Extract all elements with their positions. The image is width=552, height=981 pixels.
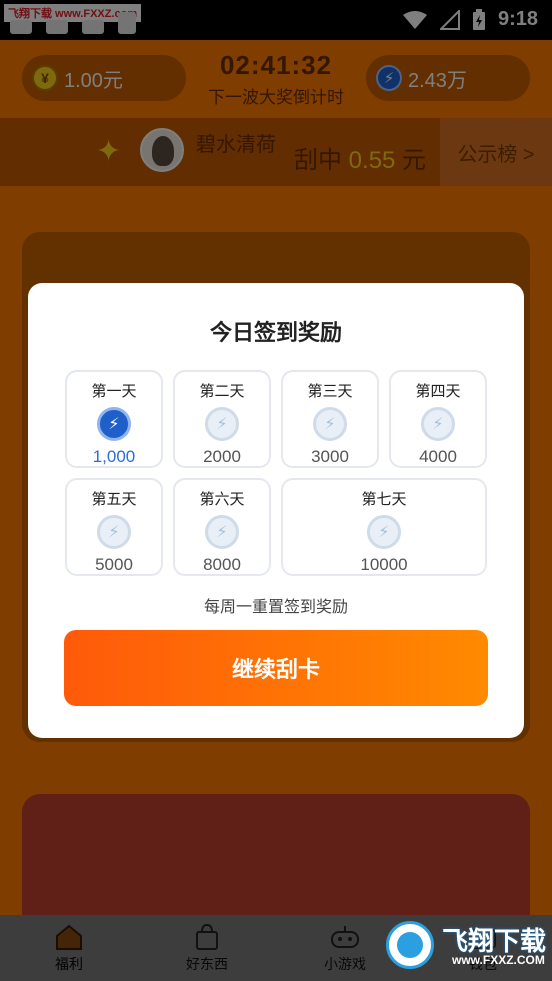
lightning-coin-icon: ⚡ (367, 515, 401, 549)
lightning-coin-icon: ⚡ (205, 407, 239, 441)
day-label: 第六天 (199, 491, 245, 508)
checkin-dialog: 今日签到奖励 第一天 ⚡ 1,000 第二天 ⚡ 2000 第三天 ⚡ 3000… (28, 283, 524, 738)
site-logo-watermark: 飞翔下载 www.FXXZ.COM (386, 917, 546, 975)
dialog-title: 今日签到奖励 (209, 320, 342, 345)
reset-note: 每周一重置签到奖励 (203, 599, 348, 616)
day-card-4: 第四天 ⚡ 4000 (389, 370, 487, 468)
day-label: 第二天 (199, 383, 245, 400)
lightning-coin-icon: ⚡ (205, 515, 239, 549)
lightning-coin-icon: ⚡ (313, 407, 347, 441)
day-label: 第四天 (415, 383, 461, 400)
day-reward: 10000 (360, 555, 408, 574)
day-card-7: 第七天 ⚡ 10000 (281, 478, 487, 576)
day-reward: 3000 (311, 447, 349, 466)
day-reward: 8000 (203, 555, 241, 574)
logo-icon (386, 921, 434, 969)
day-label: 第三天 (307, 383, 353, 400)
day-reward: 5000 (95, 555, 133, 574)
continue-scratch-button[interactable]: 继续刮卡 (64, 630, 488, 706)
day-card-3: 第三天 ⚡ 3000 (281, 370, 379, 468)
lightning-coin-icon: ⚡ (421, 407, 455, 441)
day-card-2: 第二天 ⚡ 2000 (173, 370, 271, 468)
logo-url: www.FXXZ.COM (452, 953, 545, 967)
day-card-1: 第一天 ⚡ 1,000 (65, 370, 163, 468)
day-card-6: 第六天 ⚡ 8000 (173, 478, 271, 576)
lightning-coin-icon: ⚡ (97, 515, 131, 549)
day-reward: 4000 (419, 447, 457, 466)
day-label: 第一天 (91, 383, 137, 400)
day-reward: 2000 (203, 447, 241, 466)
day-label: 第七天 (361, 491, 407, 508)
day-card-5: 第五天 ⚡ 5000 (65, 478, 163, 576)
day-label: 第五天 (91, 491, 137, 508)
lightning-coin-icon: ⚡ (97, 407, 131, 441)
day-reward: 1,000 (92, 447, 136, 466)
